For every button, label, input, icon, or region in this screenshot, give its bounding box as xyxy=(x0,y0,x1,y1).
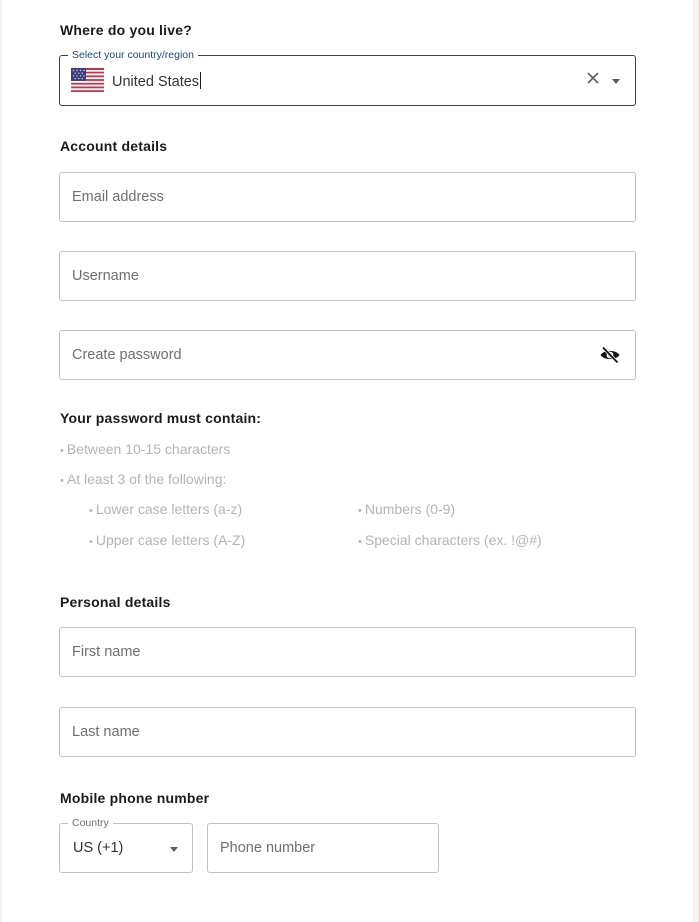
scrollbar-track[interactable] xyxy=(693,0,699,922)
us-flag-icon xyxy=(71,68,104,92)
first-name-field[interactable]: First name xyxy=(59,627,636,677)
last-name-placeholder: Last name xyxy=(72,724,140,740)
email-field[interactable]: Email address xyxy=(59,172,636,222)
phone-number-placeholder: Phone number xyxy=(220,840,316,856)
first-name-placeholder: First name xyxy=(72,644,141,660)
password-rule-length: • Between 10-15 characters xyxy=(60,441,231,457)
password-rule-uppercase: • Upper case letters (A-Z) xyxy=(89,532,246,548)
password-rule-categories: • At least 3 of the following: xyxy=(60,471,227,487)
personal-heading: Personal details xyxy=(60,594,171,610)
text-cursor xyxy=(200,72,202,89)
password-rule-special: • Special characters (ex. !@#) xyxy=(358,532,542,548)
password-placeholder: Create password xyxy=(72,347,182,363)
username-placeholder: Username xyxy=(72,268,139,284)
username-field[interactable]: Username xyxy=(59,251,636,301)
country-region-label: Select your country/region xyxy=(68,48,198,62)
password-rule-numbers: • Numbers (0-9) xyxy=(358,501,456,517)
country-region-select[interactable]: Select your country/region United States xyxy=(59,48,636,106)
password-field[interactable]: Create password xyxy=(59,330,636,380)
last-name-field[interactable]: Last name xyxy=(59,707,636,757)
phone-country-label: Country xyxy=(68,816,113,830)
eye-off-icon[interactable] xyxy=(599,346,621,364)
phone-number-field[interactable]: Phone number xyxy=(207,823,439,873)
phone-country-value: US (+1) xyxy=(73,840,124,856)
phone-country-select[interactable]: Country US (+1) xyxy=(59,816,193,873)
page-edge-left xyxy=(0,0,2,922)
close-icon[interactable] xyxy=(586,71,600,85)
email-placeholder: Email address xyxy=(72,189,164,205)
password-rules-heading: Your password must contain: xyxy=(60,410,262,426)
chevron-down-icon[interactable] xyxy=(612,79,620,84)
chevron-down-icon[interactable] xyxy=(170,847,178,852)
country-region-value[interactable]: United States xyxy=(112,72,202,90)
password-rule-lowercase: • Lower case letters (a-z) xyxy=(89,501,243,517)
phone-heading: Mobile phone number xyxy=(60,790,210,806)
location-heading: Where do you live? xyxy=(60,22,192,38)
account-heading: Account details xyxy=(60,138,168,154)
